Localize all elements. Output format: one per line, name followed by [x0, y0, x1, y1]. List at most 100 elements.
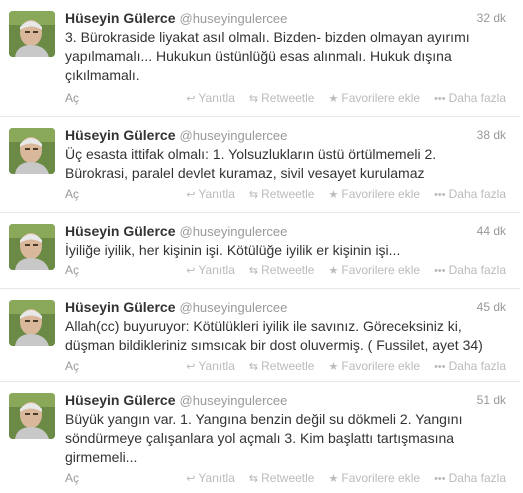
retweet-label: Retweetle: [261, 471, 315, 485]
author-handle[interactable]: @huseyingulercee: [180, 393, 288, 408]
retweet-label: Retweetle: [261, 263, 315, 277]
expand-link[interactable]: Aç: [65, 91, 79, 105]
more-button[interactable]: ••• Daha fazla: [434, 91, 506, 105]
tweet-header: Hüseyin Gülerce @huseyingulercee 38 dk: [65, 127, 506, 147]
retweet-button[interactable]: ⇆ Retweetle: [249, 91, 315, 105]
avatar[interactable]: [9, 11, 55, 57]
more-button[interactable]: ••• Daha fazla: [434, 263, 506, 277]
tweet[interactable]: Hüseyin Gülerce @huseyingulercee 38 dk Üç…: [0, 117, 520, 213]
tweet-text: Üç esasta ittifak olmalı: 1. Yolsuzlukla…: [65, 146, 437, 181]
reply-label: Yanıtla: [198, 263, 235, 277]
author-handle[interactable]: @huseyingulercee: [180, 128, 288, 143]
tweet-actions: ↩ Yanıtla ⇆ Retweetle ★ Favorilere ekle ••• Dah…: [172, 359, 506, 373]
favorite-button[interactable]: ★ Favorilere ekle: [328, 263, 420, 277]
retweet-icon: ⇆: [248, 361, 259, 373]
more-dots-icon: •••: [434, 473, 446, 485]
author-handle[interactable]: @huseyingulercee: [180, 11, 288, 26]
retweet-icon: ⇆: [248, 189, 259, 201]
favorite-label: Favorilere ekle: [341, 471, 421, 485]
retweet-icon: ⇆: [248, 265, 259, 277]
expand-link[interactable]: Aç: [65, 187, 79, 201]
tweet-footer: Aç ↩ Yanıtla ⇆ Retweetle ★ Favorilere ekle •••…: [65, 471, 506, 487]
author-name[interactable]: Hüseyin Gülerce: [65, 127, 176, 143]
star-icon: ★: [328, 189, 339, 201]
expand-link[interactable]: Aç: [65, 359, 79, 373]
tweet-header: Hüseyin Gülerce @huseyingulercee 44 dk: [65, 223, 506, 243]
avatar[interactable]: [9, 393, 55, 439]
reply-button[interactable]: ↩ Yanıtla: [186, 187, 235, 201]
tweet[interactable]: Hüseyin Gülerce @huseyingulercee 45 dk Al…: [0, 289, 520, 382]
author-handle[interactable]: @huseyingulercee: [180, 224, 288, 239]
author-handle[interactable]: @huseyingulercee: [180, 300, 288, 315]
tweet-time[interactable]: 44 dk: [477, 224, 506, 238]
favorite-button[interactable]: ★ Favorilere ekle: [328, 91, 420, 105]
author-name[interactable]: Hüseyin Gülerce: [65, 392, 176, 408]
reply-button[interactable]: ↩ Yanıtla: [186, 471, 235, 485]
favorite-label: Favorilere ekle: [341, 187, 421, 201]
tweet[interactable]: Hüseyin Gülerce @huseyingulercee 32 dk 3.…: [0, 0, 520, 117]
expand-link[interactable]: Aç: [65, 471, 79, 485]
avatar-image: [9, 224, 55, 270]
tweet-time[interactable]: 45 dk: [477, 300, 506, 314]
reply-icon: ↩: [186, 93, 196, 105]
tweet[interactable]: Hüseyin Gülerce @huseyingulercee 51 dk Bü…: [0, 382, 520, 493]
star-icon: ★: [328, 361, 339, 373]
tweet-actions: ↩ Yanıtla ⇆ Retweetle ★ Favorilere ekle ••• Dah…: [172, 91, 506, 105]
tweet-header: Hüseyin Gülerce @huseyingulercee 45 dk: [65, 299, 506, 319]
reply-label: Yanıtla: [198, 91, 235, 105]
author-name[interactable]: Hüseyin Gülerce: [65, 10, 176, 26]
tweet-text: İyiliğe iyilik, her kişinin işi. Kötülüğ…: [65, 242, 401, 258]
tweet-actions: ↩ Yanıtla ⇆ Retweetle ★ Favorilere ekle ••• Dah…: [172, 187, 506, 201]
tweet-text: 3. Bürokraside liyakat asıl olmalı. Bizd…: [65, 29, 470, 83]
more-button[interactable]: ••• Daha fazla: [434, 359, 506, 373]
retweet-button[interactable]: ⇆ Retweetle: [249, 263, 315, 277]
expand-link[interactable]: Aç: [65, 263, 79, 277]
more-dots-icon: •••: [434, 189, 446, 201]
favorite-button[interactable]: ★ Favorilere ekle: [328, 471, 420, 485]
star-icon: ★: [328, 473, 339, 485]
more-dots-icon: •••: [434, 265, 446, 277]
more-label: Daha fazla: [448, 359, 506, 373]
avatar-image: [9, 300, 55, 346]
retweet-button[interactable]: ⇆ Retweetle: [249, 359, 315, 373]
tweet-time[interactable]: 32 dk: [477, 11, 506, 25]
retweet-label: Retweetle: [261, 359, 315, 373]
avatar[interactable]: [9, 224, 55, 270]
reply-icon: ↩: [186, 265, 196, 277]
tweet-text: Allah(cc) buyuruyor: Kötülükleri iyilik …: [65, 318, 483, 353]
reply-label: Yanıtla: [198, 187, 235, 201]
tweet-time[interactable]: 51 dk: [477, 393, 506, 407]
more-dots-icon: •••: [434, 361, 446, 373]
avatar[interactable]: [9, 300, 55, 346]
avatar-image: [9, 128, 55, 174]
avatar[interactable]: [9, 128, 55, 174]
reply-label: Yanıtla: [198, 359, 235, 373]
more-button[interactable]: ••• Daha fazla: [434, 471, 506, 485]
retweet-label: Retweetle: [261, 91, 315, 105]
avatar-image: [9, 11, 55, 57]
favorite-button[interactable]: ★ Favorilere ekle: [328, 187, 420, 201]
tweet-header: Hüseyin Gülerce @huseyingulercee 32 dk: [65, 10, 506, 30]
reply-button[interactable]: ↩ Yanıtla: [186, 263, 235, 277]
star-icon: ★: [328, 93, 339, 105]
author-name[interactable]: Hüseyin Gülerce: [65, 299, 176, 315]
reply-icon: ↩: [186, 473, 196, 485]
tweet[interactable]: Hüseyin Gülerce @huseyingulercee 44 dk İy…: [0, 213, 520, 289]
favorite-label: Favorilere ekle: [341, 359, 421, 373]
author-name[interactable]: Hüseyin Gülerce: [65, 223, 176, 239]
reply-button[interactable]: ↩ Yanıtla: [186, 91, 235, 105]
tweet-header: Hüseyin Gülerce @huseyingulercee 51 dk: [65, 392, 506, 412]
more-label: Daha fazla: [448, 91, 506, 105]
reply-icon: ↩: [186, 361, 196, 373]
reply-button[interactable]: ↩ Yanıtla: [186, 359, 235, 373]
star-icon: ★: [328, 265, 339, 277]
favorite-label: Favorilere ekle: [341, 91, 421, 105]
retweet-button[interactable]: ⇆ Retweetle: [249, 187, 315, 201]
more-label: Daha fazla: [448, 471, 506, 485]
retweet-button[interactable]: ⇆ Retweetle: [249, 471, 315, 485]
more-dots-icon: •••: [434, 93, 446, 105]
favorite-button[interactable]: ★ Favorilere ekle: [328, 359, 420, 373]
more-button[interactable]: ••• Daha fazla: [434, 187, 506, 201]
tweet-time[interactable]: 38 dk: [477, 128, 506, 142]
more-label: Daha fazla: [448, 187, 506, 201]
